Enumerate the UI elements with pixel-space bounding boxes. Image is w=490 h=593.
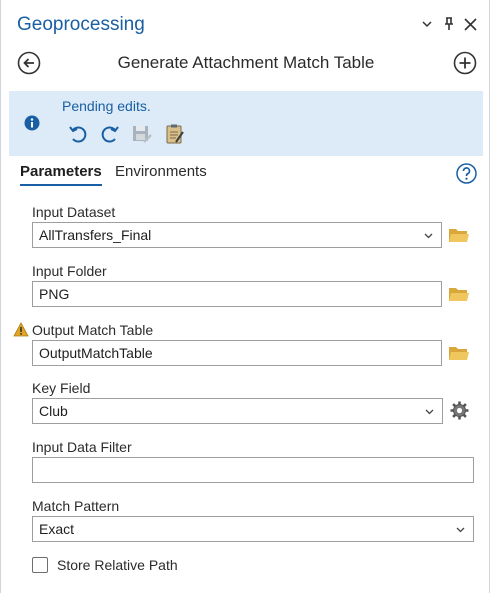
key-field-select[interactable]: Club <box>32 398 443 424</box>
match-pattern-label: Match Pattern <box>32 498 120 514</box>
pane-title: Geoprocessing <box>17 14 145 35</box>
tool-title: Generate Attachment Match Table <box>117 53 375 72</box>
warning-icon <box>13 322 29 337</box>
folder-icon <box>449 229 469 242</box>
output-match-table-label: Output Match Table <box>32 322 154 338</box>
pane-title-bar: Geoprocessing <box>1 0 490 44</box>
geoprocessing-pane: Geoprocessing Generate Attachment Match … <box>0 0 490 593</box>
redo-icon <box>101 126 119 143</box>
discard-edits-icon <box>166 124 184 144</box>
info-icon <box>24 115 40 131</box>
pending-edits-banner: Pending edits. <box>9 91 483 156</box>
help-button[interactable] <box>456 163 477 184</box>
add-icon <box>453 51 477 75</box>
discard-edits-button[interactable] <box>164 123 186 145</box>
close-icon <box>463 17 477 31</box>
pane-options-button[interactable] <box>419 15 435 33</box>
chevron-down-icon <box>425 409 434 415</box>
chevron-down-icon <box>424 233 433 239</box>
input-folder-value: PNG <box>39 286 70 302</box>
tool-header: Generate Attachment Match Table <box>1 44 490 84</box>
input-folder-label: Input Folder <box>32 263 107 279</box>
pin-icon <box>445 17 453 30</box>
input-dataset-browse-button[interactable] <box>448 225 470 245</box>
add-button[interactable] <box>453 51 477 75</box>
folder-icon <box>449 288 469 301</box>
input-data-filter-label: Input Data Filter <box>32 439 132 455</box>
match-pattern-select[interactable]: Exact <box>32 516 474 542</box>
input-data-filter-field[interactable] <box>32 457 474 483</box>
input-folder-field[interactable]: PNG <box>32 281 442 307</box>
input-dataset-select[interactable]: AllTransfers_Final <box>32 222 442 248</box>
tab-parameters[interactable]: Parameters <box>20 163 102 186</box>
close-pane-button[interactable] <box>462 15 478 33</box>
store-relative-path-label: Store Relative Path <box>57 557 178 573</box>
key-field-label: Key Field <box>32 380 91 396</box>
redo-button[interactable] <box>98 123 120 145</box>
store-relative-path-checkbox[interactable] <box>32 557 48 573</box>
pin-button[interactable] <box>441 15 457 33</box>
chevron-down-icon <box>456 527 465 533</box>
output-match-table-field[interactable]: OutputMatchTable <box>32 340 442 366</box>
tab-environments[interactable]: Environments <box>115 163 207 184</box>
input-dataset-label: Input Dataset <box>32 204 116 220</box>
output-match-table-value: OutputMatchTable <box>39 345 153 361</box>
input-dataset-value: AllTransfers_Final <box>39 227 152 243</box>
folder-icon <box>449 347 469 360</box>
tool-tabs: Parameters Environments <box>9 163 483 189</box>
output-match-table-browse-button[interactable] <box>448 343 470 363</box>
save-edits-button[interactable] <box>131 123 153 145</box>
help-icon <box>456 163 477 184</box>
pending-edits-message: Pending edits. <box>62 98 151 114</box>
chevron-down-icon <box>422 21 432 28</box>
match-pattern-value: Exact <box>39 521 75 537</box>
gear-icon <box>450 401 469 420</box>
save-edits-icon <box>133 126 152 143</box>
store-relative-path-row[interactable]: Store Relative Path <box>32 555 178 575</box>
key-field-settings-button[interactable] <box>449 400 470 421</box>
key-field-value: Club <box>39 403 68 419</box>
input-folder-browse-button[interactable] <box>448 284 470 304</box>
undo-button[interactable] <box>68 123 90 145</box>
undo-icon <box>69 126 87 143</box>
